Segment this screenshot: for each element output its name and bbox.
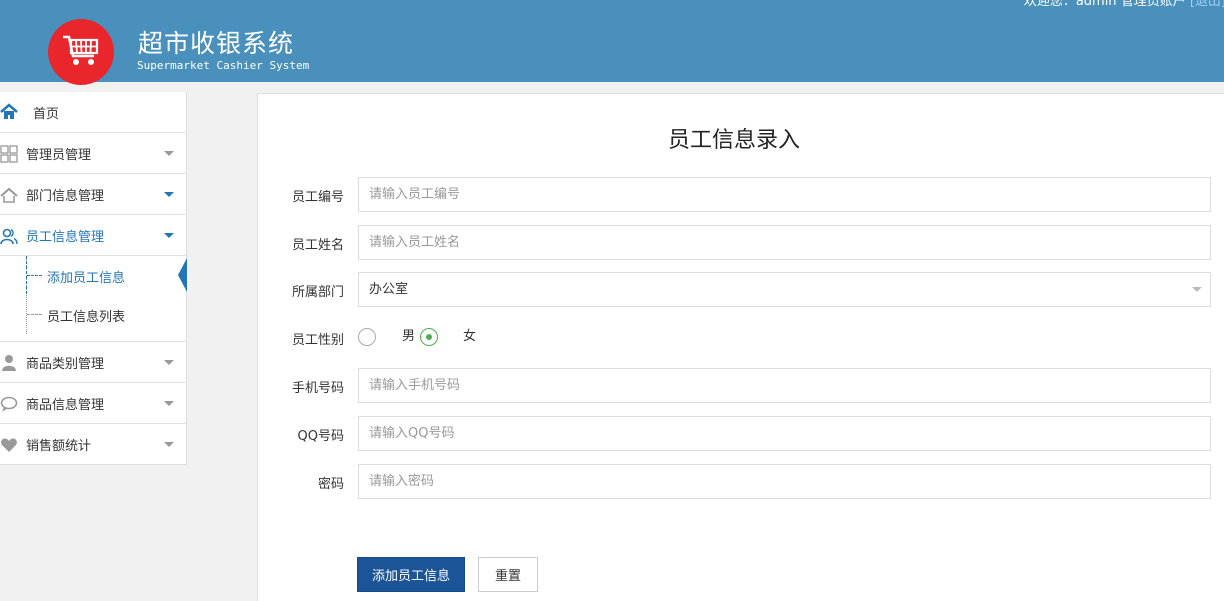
password-input[interactable] — [358, 464, 1211, 499]
chevron-down-icon — [164, 192, 174, 197]
department-select[interactable]: 办公室 — [358, 272, 1211, 307]
app-subtitle: Supermarket Cashier System — [137, 59, 310, 72]
sidebar-item-label: 管理员管理 — [26, 147, 92, 163]
sidebar-item-label: 部门信息管理 — [26, 188, 105, 204]
sidebar-item-label: 商品信息管理 — [26, 397, 105, 413]
gender-female-label: 女 — [463, 329, 477, 344]
chevron-down-icon — [1192, 287, 1202, 292]
welcome-text: 欢迎您：admin — [1023, 0, 1117, 9]
sidebar-item-category[interactable]: 商品类别管理 — [0, 341, 186, 382]
sidebar-item-label: 首页 — [33, 106, 60, 122]
chevron-down-icon — [164, 233, 174, 238]
sidebar-item-admin[interactable]: 管理员管理 — [0, 132, 186, 173]
house-icon — [0, 187, 18, 203]
emp-no-label: 员工编号 — [291, 190, 344, 205]
gender-male-label: 男 — [402, 329, 416, 344]
app-header: 超市收银系统 Supermarket Cashier System 欢迎您：ad… — [0, 0, 1224, 85]
sidebar-item-employee[interactable]: 员工信息管理 — [0, 214, 186, 255]
sidebar-item-label: 员工信息管理 — [26, 229, 105, 245]
sidebar-item-department[interactable]: 部门信息管理 — [0, 173, 186, 214]
password-label: 密码 — [317, 477, 344, 492]
emp-no-input[interactable] — [358, 177, 1211, 212]
chevron-down-icon — [164, 442, 174, 447]
logout-link[interactable]: [退出] — [1190, 0, 1224, 9]
chevron-down-icon — [164, 151, 174, 156]
heart-icon — [1, 438, 17, 452]
phone-input[interactable] — [358, 368, 1211, 403]
chat-icon — [0, 396, 18, 412]
person-icon — [2, 355, 16, 371]
phone-label: 手机号码 — [291, 381, 344, 396]
gender-male-radio[interactable] — [358, 328, 376, 346]
submenu-item-employee-list[interactable]: 员工信息列表 — [47, 306, 125, 325]
sidebar-item-product[interactable]: 商品信息管理 — [0, 382, 186, 423]
qq-input[interactable] — [358, 416, 1211, 451]
emp-name-input[interactable] — [358, 225, 1211, 260]
sidebar-item-label: 销售额统计 — [26, 438, 92, 454]
user-bar: 欢迎您：admin 管理员账户 [退出] — [1024, 0, 1224, 9]
sidebar-item-label: 商品类别管理 — [26, 356, 105, 372]
active-pointer — [178, 258, 187, 292]
qq-label: QQ号码 — [297, 429, 344, 444]
shopping-cart-icon — [63, 35, 99, 65]
main-panel: 员工信息录入 员工编号 员工姓名 所属部门 办公室 员工性别 男 女 手机号码 … — [257, 93, 1224, 601]
sidebar: 首页 管理员管理 部门信息管理 员工信息管理 添加员工信息 员工信息列表 商品类… — [0, 92, 187, 601]
home-icon — [0, 103, 18, 119]
add-employee-button[interactable]: 添加员工信息 — [357, 557, 465, 592]
reset-button[interactable]: 重置 — [478, 557, 538, 592]
app-title: 超市收银系统 — [138, 29, 295, 58]
submenu-item-add-employee[interactable]: 添加员工信息 — [47, 267, 125, 286]
sidebar-item-home[interactable]: 首页 — [0, 92, 186, 132]
tree-branch — [27, 314, 42, 315]
department-value: 办公室 — [369, 282, 409, 297]
grid-icon — [0, 145, 18, 163]
account-link[interactable]: 管理员账户 — [1121, 0, 1186, 9]
users-icon — [0, 228, 18, 245]
gender-label: 员工性别 — [291, 333, 344, 348]
employee-submenu: 添加员工信息 员工信息列表 — [0, 255, 187, 341]
emp-name-label: 员工姓名 — [291, 238, 344, 253]
department-label: 所属部门 — [291, 285, 344, 300]
gender-female-radio[interactable] — [420, 328, 438, 346]
chevron-down-icon — [164, 360, 174, 365]
sidebar-item-sales[interactable]: 销售额统计 — [0, 423, 186, 464]
logo — [48, 19, 114, 85]
tree-branch — [27, 275, 42, 276]
form-title: 员工信息录入 — [667, 128, 800, 153]
sidebar-menu: 首页 管理员管理 部门信息管理 员工信息管理 添加员工信息 员工信息列表 商品类… — [0, 92, 187, 465]
chevron-down-icon — [164, 401, 174, 406]
